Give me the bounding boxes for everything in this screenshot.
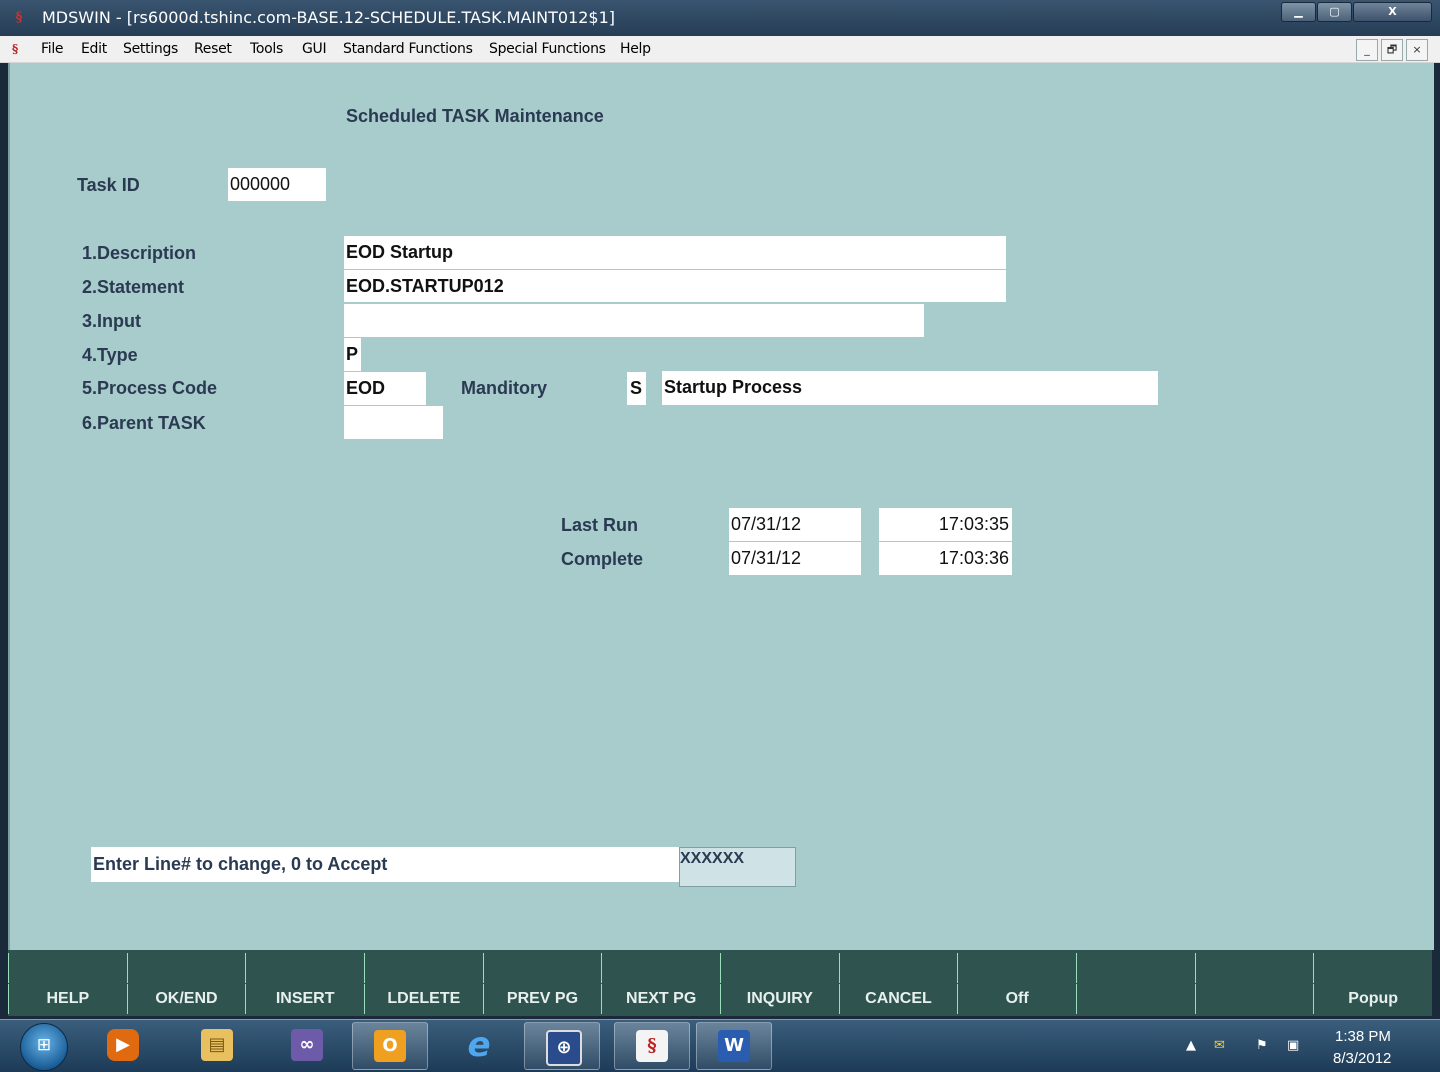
taskbar-outlook[interactable]: O — [352, 1022, 428, 1070]
app-icon[interactable]: § — [10, 9, 28, 27]
network-icon[interactable]: ▣ — [1287, 1038, 1299, 1053]
form-panel — [8, 63, 1434, 950]
fkey-button[interactable] — [1076, 984, 1195, 1014]
fkey-button[interactable]: CANCEL — [838, 984, 958, 1014]
fkey-upper-slot[interactable] — [720, 953, 839, 983]
parent-task-field[interactable] — [344, 406, 443, 439]
clock-date[interactable]: 8/3/2012 — [1333, 1050, 1391, 1067]
fkey-button[interactable]: NEXT PG — [601, 984, 720, 1014]
fkey-button[interactable]: OK/END — [126, 984, 246, 1014]
task-id-field[interactable]: 000000 — [228, 168, 326, 201]
fkey-button[interactable]: INSERT — [245, 984, 364, 1014]
word-icon: W — [718, 1030, 750, 1062]
process-code-label: 5.Process Code — [82, 378, 218, 398]
menu-gui[interactable]: GUI — [302, 41, 327, 57]
parent-task-label: 6.Parent TASK — [82, 413, 206, 433]
mdi-minimize-button[interactable]: _ — [1356, 39, 1378, 61]
menu-tools[interactable]: Tools — [250, 41, 283, 57]
maximize-button[interactable]: ▢ — [1317, 2, 1352, 22]
process-code-field[interactable]: EOD — [344, 372, 426, 405]
complete-date-field[interactable]: 07/31/12 — [729, 542, 861, 575]
maximize-icon: ▢ — [1329, 5, 1340, 18]
taskbar-visual-studio[interactable]: ∞ — [270, 1022, 344, 1068]
input-field[interactable] — [344, 304, 924, 337]
windows-logo-icon: ⊞ — [36, 1035, 52, 1054]
mdi-close-button[interactable]: × — [1406, 39, 1428, 61]
fkey-button[interactable]: LDELETE — [364, 984, 483, 1014]
visual-studio-icon: ∞ — [291, 1029, 323, 1061]
task-id-label: Task ID — [77, 175, 140, 195]
fkey-upper-slot[interactable] — [8, 953, 127, 983]
taskbar-empty-area — [778, 1022, 1188, 1068]
remote-desktop-icon: ⊕ — [546, 1030, 582, 1066]
fkey-button[interactable] — [1194, 984, 1314, 1014]
manditory-label: Manditory — [461, 378, 548, 398]
mail-icon[interactable]: ✉ — [1214, 1038, 1225, 1053]
fkey-upper-slot[interactable] — [601, 953, 720, 983]
menu-settings[interactable]: Settings — [123, 41, 178, 57]
fkey-button[interactable]: HELP — [8, 984, 127, 1014]
last-run-label: Last Run — [561, 515, 639, 535]
fkey-upper-slot[interactable] — [1076, 953, 1195, 983]
type-label: 4.Type — [82, 345, 138, 365]
menu-help[interactable]: Help — [620, 41, 651, 57]
complete-label: Complete — [561, 549, 644, 569]
type-field[interactable]: P — [344, 338, 361, 371]
taskbar-media-player[interactable]: ▶ — [86, 1022, 160, 1068]
fkey-upper-slot[interactable] — [245, 953, 364, 983]
description-label: 1.Description — [82, 243, 197, 263]
menu-reset[interactable]: Reset — [194, 41, 232, 57]
statement-label: 2.Statement — [82, 277, 185, 297]
show-hidden-icons-icon[interactable]: ▲ — [1186, 1038, 1196, 1053]
fkey-upper-slot[interactable] — [838, 953, 958, 983]
prompt-text: Enter Line# to change, 0 to Accept — [91, 847, 679, 882]
fkey-upper-slot[interactable] — [1313, 953, 1432, 983]
minimize-button[interactable]: ▁ — [1281, 2, 1316, 22]
window-title: MDSWIN - [rs6000d.tshinc.com-BASE.12-SCH… — [42, 8, 616, 27]
mdswin-icon: § — [636, 1030, 668, 1062]
statement-field[interactable]: EOD.STARTUP012 — [344, 270, 1006, 302]
description-field[interactable]: EOD Startup — [344, 236, 1006, 269]
prompt-input[interactable]: XXXXXX — [679, 847, 796, 887]
menu-edit[interactable]: Edit — [81, 41, 107, 57]
fkey-upper-slot[interactable] — [957, 953, 1076, 983]
internet-explorer-icon: e — [467, 1025, 491, 1065]
fkey-upper-slot[interactable] — [126, 953, 246, 983]
manditory-code-field[interactable]: S — [627, 372, 646, 405]
form-heading: Scheduled TASK Maintenance — [346, 106, 604, 126]
taskbar-remote-desktop[interactable]: ⊕ — [524, 1022, 600, 1070]
input-label: 3.Input — [82, 311, 141, 331]
media-player-icon: ▶ — [107, 1029, 139, 1061]
fkey-upper-slot[interactable] — [364, 953, 483, 983]
fkey-button[interactable]: PREV PG — [482, 984, 602, 1014]
fkey-upper-slot[interactable] — [1194, 953, 1314, 983]
manditory-description-field[interactable]: Startup Process — [662, 371, 1158, 405]
menu-special-functions[interactable]: Special Functions — [489, 41, 606, 57]
minimize-icon: ▁ — [1294, 5, 1303, 18]
complete-time-field[interactable]: 17:03:36 — [879, 542, 1012, 575]
action-center-flag-icon[interactable]: ⚑ — [1256, 1038, 1268, 1053]
fkey-button[interactable]: Off — [957, 984, 1076, 1014]
clock-time[interactable]: 1:38 PM — [1335, 1028, 1391, 1045]
last-run-date-field[interactable]: 07/31/12 — [729, 508, 861, 541]
mdswin-menu-icon[interactable]: § — [12, 40, 30, 58]
menu-file[interactable]: File — [41, 41, 64, 57]
taskbar-file-explorer[interactable]: ▤ — [180, 1022, 254, 1068]
mdi-restore-button[interactable]: 🗗 — [1381, 39, 1403, 61]
menu-standard-functions[interactable]: Standard Functions — [343, 41, 473, 57]
taskbar-mdswin[interactable]: § — [614, 1022, 690, 1070]
last-run-time-field[interactable]: 17:03:35 — [879, 508, 1012, 541]
fkey-upper-slot[interactable] — [482, 953, 602, 983]
taskbar-word[interactable]: W — [696, 1022, 772, 1070]
outlook-icon: O — [374, 1030, 406, 1062]
taskbar-internet-explorer[interactable]: e — [442, 1022, 516, 1068]
file-explorer-icon: ▤ — [201, 1029, 233, 1061]
fkey-button[interactable]: Popup — [1313, 984, 1432, 1014]
fkey-button[interactable]: INQUIRY — [720, 984, 839, 1014]
close-button[interactable]: X — [1353, 2, 1432, 22]
